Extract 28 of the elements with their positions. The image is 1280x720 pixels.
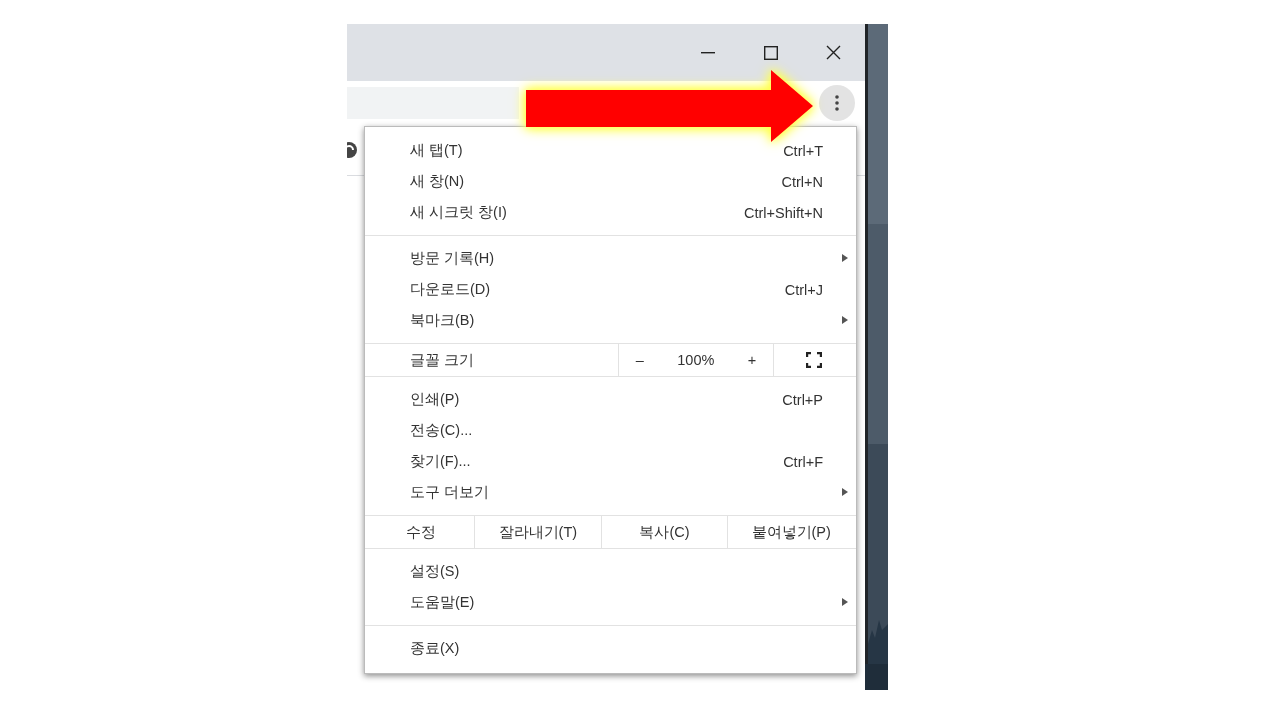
menu-item[interactable]: 새 탭(T) Ctrl+T: [365, 135, 856, 166]
menu-button[interactable]: [819, 85, 855, 121]
minimize-icon[interactable]: [700, 51, 715, 54]
fullscreen-icon[interactable]: [806, 352, 822, 368]
zoom-level: 100%: [677, 352, 715, 368]
menu-item[interactable]: 새 시크릿 창(I) Ctrl+Shift+N: [365, 197, 856, 228]
menu-item[interactable]: 도움말(E): [365, 587, 856, 618]
bookmark-icon[interactable]: [347, 141, 358, 159]
menu-item[interactable]: 다운로드(D) Ctrl+J: [365, 274, 856, 305]
menu-item[interactable]: 전송(C)...: [365, 415, 856, 446]
menu-item[interactable]: 인쇄(P) Ctrl+P: [365, 384, 856, 415]
menu-item[interactable]: 설정(S): [365, 556, 856, 587]
menu-item[interactable]: 도구 더보기: [365, 477, 856, 508]
menu-item[interactable]: 새 창(N) Ctrl+N: [365, 166, 856, 197]
menu-label: 수정: [405, 522, 436, 542]
edit-action-button[interactable]: 붙여넣기(P): [727, 516, 854, 548]
edit-action-button[interactable]: 복사(C): [600, 516, 728, 548]
more-vert-icon: [835, 95, 839, 111]
maximize-icon[interactable]: [763, 45, 778, 60]
edit-action-button[interactable]: 잘라내기(T): [474, 516, 601, 548]
menu-item[interactable]: 찾기(F)... Ctrl+F: [365, 446, 856, 477]
menu-item[interactable]: 방문 기록(H): [365, 243, 856, 274]
zoom-out-button[interactable]: –: [635, 352, 644, 368]
menu-item[interactable]: 북마크(B): [365, 305, 856, 336]
menu-item[interactable]: 종료(X): [365, 633, 856, 664]
zoom-in-button[interactable]: +: [747, 352, 757, 368]
menu-label: 글꼴 크기: [410, 350, 475, 370]
close-icon[interactable]: [826, 45, 841, 60]
